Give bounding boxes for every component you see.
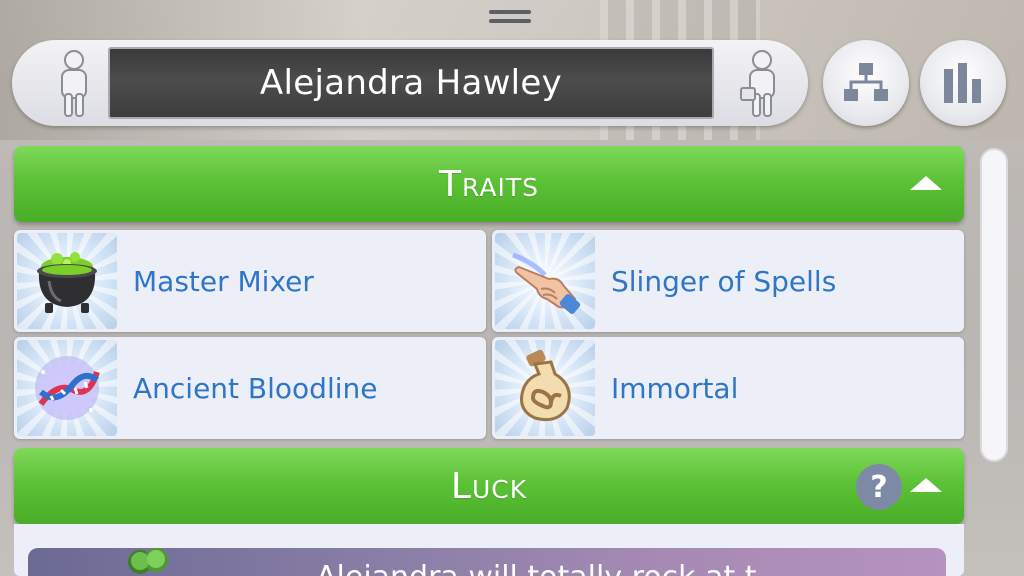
traits-grid: Master Mixer Slinger of Spells Ancient B… xyxy=(14,230,964,442)
luck-title: Luck xyxy=(450,465,528,507)
chevron-up-icon[interactable] xyxy=(910,176,942,190)
luck-message: Alejandra will totally rock at t xyxy=(316,560,757,576)
traits-title: Traits xyxy=(439,163,539,205)
cauldron-icon xyxy=(17,233,117,329)
luck-header[interactable]: Luck ? xyxy=(14,448,964,524)
dna-icon xyxy=(17,340,117,436)
traits-header[interactable]: Traits xyxy=(14,146,964,222)
trait-label: Master Mixer xyxy=(133,264,314,298)
family-tree-button[interactable] xyxy=(823,40,909,126)
sim-name-field[interactable]: Alejandra Hawley xyxy=(108,47,714,119)
sim-info-panel: Traits Master Mixer Slinger of Spells An… xyxy=(12,142,966,576)
infinity-potion-icon xyxy=(495,340,595,436)
stats-button[interactable] xyxy=(920,40,1006,126)
drag-handle[interactable] xyxy=(489,10,531,26)
sim-silhouette-icon[interactable] xyxy=(52,48,96,118)
career-sim-icon[interactable] xyxy=(740,48,784,118)
trait-card-master-mixer[interactable]: Master Mixer xyxy=(14,230,486,332)
spell-hand-icon xyxy=(495,233,595,329)
trait-label: Immortal xyxy=(611,371,739,405)
help-icon[interactable]: ? xyxy=(856,464,902,510)
trait-card-immortal[interactable]: Immortal xyxy=(492,337,964,439)
trait-card-slinger-of-spells[interactable]: Slinger of Spells xyxy=(492,230,964,332)
bar-chart-icon xyxy=(944,63,981,103)
family-tree-icon xyxy=(844,63,888,101)
trait-card-ancient-bloodline[interactable]: Ancient Bloodline xyxy=(14,337,486,439)
clover-icon xyxy=(118,544,178,576)
chevron-up-icon[interactable] xyxy=(910,478,942,492)
trait-label: Ancient Bloodline xyxy=(133,371,378,405)
trait-label: Slinger of Spells xyxy=(611,264,837,298)
sim-name-bar: Alejandra Hawley xyxy=(12,40,808,126)
scrollbar[interactable] xyxy=(980,148,1008,462)
